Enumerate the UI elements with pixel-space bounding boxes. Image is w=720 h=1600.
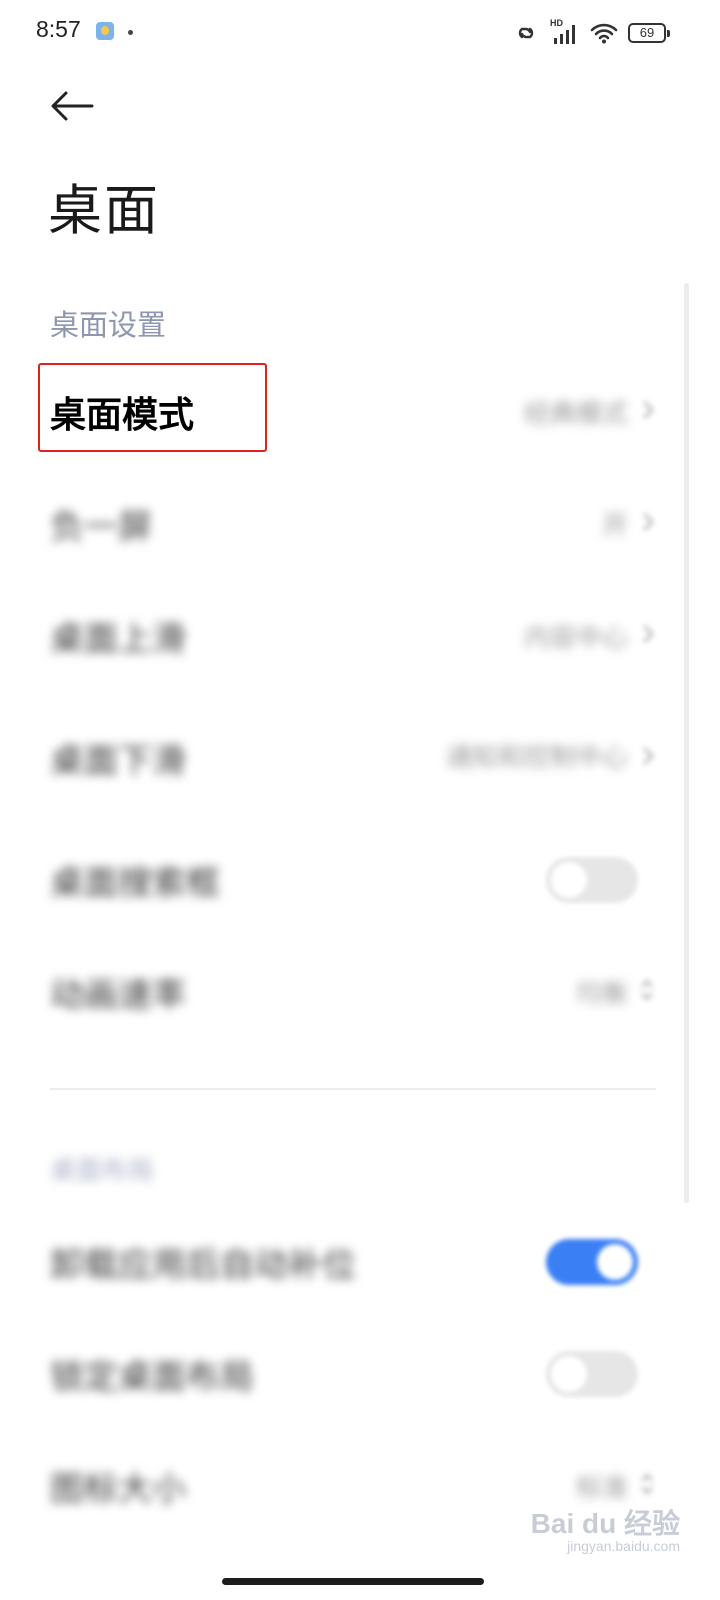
setting-label: 桌面下滑 xyxy=(50,741,186,782)
section-header-desktop-settings: 桌面设置 xyxy=(50,308,167,342)
wifi-icon xyxy=(590,22,618,44)
setting-value: 经典模式 xyxy=(523,399,628,430)
signal-icon: HD xyxy=(550,18,580,46)
toggle-switch[interactable] xyxy=(546,857,638,903)
status-icons: HD 69 xyxy=(512,18,670,46)
setting-label: 负一屏 xyxy=(50,507,152,548)
toggle-switch[interactable] xyxy=(546,1239,638,1285)
watermark-url: jingyan.baidu.com xyxy=(567,1538,680,1554)
setting-value: 通知和控制中心 xyxy=(445,743,628,773)
setting-row-search-box[interactable]: 桌面搜索框 xyxy=(0,830,700,930)
battery-icon: 69 xyxy=(628,23,670,43)
notification-app-icon xyxy=(96,22,114,40)
setting-value: 内容中心 xyxy=(523,623,628,654)
section-header-desktop-layout: 桌面布局 xyxy=(50,1156,155,1186)
watermark-logo: Bai du 经验 xyxy=(530,1508,680,1539)
baidu-jingyan-watermark: Bai du 经验 jingyan.baidu.com xyxy=(530,1480,680,1560)
toggle-switch[interactable] xyxy=(546,1351,638,1397)
chevron-right-icon xyxy=(642,512,654,536)
setting-row-lock-layout[interactable]: 锁定桌面布局 xyxy=(0,1324,700,1424)
section-divider xyxy=(50,1088,656,1090)
setting-label: 桌面搜索框 xyxy=(50,863,220,904)
setting-label: 卸载应用后自动补位 xyxy=(50,1245,356,1286)
chevron-updown-icon xyxy=(640,978,654,1006)
setting-label: 桌面上滑 xyxy=(50,619,186,660)
setting-row-swipe-up[interactable]: 桌面上滑 内容中心 xyxy=(0,586,700,686)
back-arrow-icon xyxy=(50,90,94,126)
link-icon xyxy=(512,22,540,44)
setting-label: 桌面模式 xyxy=(50,395,195,436)
setting-row-animation-speed[interactable]: 动画速率 均衡 xyxy=(0,942,700,1042)
chevron-right-icon xyxy=(642,400,654,424)
more-notifications-dot-icon xyxy=(128,30,133,35)
setting-label: 锁定桌面布局 xyxy=(50,1357,254,1398)
setting-row-desktop-mode[interactable]: 桌面模式 经典模式 xyxy=(0,362,700,462)
back-button[interactable] xyxy=(44,82,100,134)
setting-row-minus-one-screen[interactable]: 负一屏 开 xyxy=(0,474,700,574)
setting-label: 图标大小 xyxy=(50,1469,186,1510)
status-bar: 8:57 HD 69 xyxy=(0,0,720,66)
chevron-right-icon xyxy=(642,746,654,770)
home-indicator[interactable] xyxy=(222,1578,484,1585)
chevron-right-icon xyxy=(642,624,654,648)
setting-row-auto-fill-after-uninstall[interactable]: 卸载应用后自动补位 xyxy=(0,1212,700,1312)
setting-value: 均衡 xyxy=(575,979,628,1010)
status-time: 8:57 xyxy=(36,16,81,42)
setting-value: 开 xyxy=(601,511,628,542)
setting-label: 动画速率 xyxy=(50,975,186,1016)
page-title: 桌面 xyxy=(48,179,160,242)
setting-row-swipe-down[interactable]: 桌面下滑 通知和控制中心 xyxy=(0,698,700,818)
